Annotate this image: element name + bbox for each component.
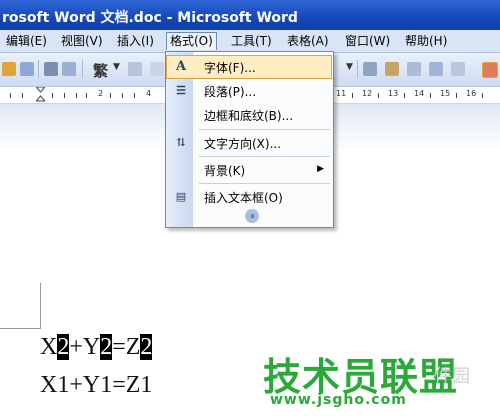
margin-corner-mark	[40, 283, 41, 329]
columns-icon[interactable]	[451, 62, 465, 76]
menu-help[interactable]: 帮助(H)	[402, 33, 450, 50]
watermark-faint-text: 件园	[434, 366, 470, 387]
ruler-number: 2	[98, 89, 104, 98]
ruler-tick	[378, 93, 379, 98]
menu-window[interactable]: 窗口(W)	[342, 33, 393, 50]
chevron-down-icon[interactable]: ▼	[113, 62, 120, 72]
menu-divider	[199, 183, 330, 184]
cut-icon[interactable]	[150, 62, 164, 76]
ruler-tick	[22, 93, 23, 98]
menu-edit[interactable]: 编辑(E)	[3, 33, 50, 50]
menu-item-background[interactable]: 背景(K) ▶	[167, 159, 332, 181]
margin-corner-mark	[0, 328, 41, 329]
menu-format[interactable]: 格式(O)	[166, 32, 217, 50]
menu-item-text-direction[interactable]: ⇅ 文字方向(X)...	[167, 132, 332, 154]
ruler-tick	[482, 93, 483, 98]
menu-bar: 编辑(E) 视图(V) 插入(I) 格式(O) 工具(T) 表格(A) 窗口(W…	[0, 30, 500, 53]
ruler-number: 4	[146, 89, 152, 98]
ruler-tick	[52, 93, 53, 98]
menu-divider	[199, 156, 330, 157]
font-icon: A	[175, 59, 187, 74]
ruler-number: 16	[466, 89, 477, 98]
ruler-tick	[64, 93, 65, 98]
drawing-icon[interactable]	[482, 62, 498, 78]
menu-item-label: 插入文本框(O)	[204, 191, 283, 205]
document-line-2[interactable]: X1+Y1=Z1	[40, 372, 152, 399]
ruler-tick	[10, 93, 11, 98]
menu-item-label: 字体(F)...	[204, 61, 256, 75]
ruler-number: 11	[336, 89, 347, 98]
spelling-icon[interactable]	[128, 62, 142, 76]
ruler-number: 12	[362, 89, 373, 98]
menu-item-label: 边框和底纹(B)...	[204, 109, 294, 123]
double-chevron-down-icon[interactable]: »	[245, 209, 259, 223]
text-run: +Y	[69, 334, 101, 360]
menu-item-label: 段落(P)...	[204, 85, 257, 99]
text-run: X	[40, 334, 58, 360]
print-icon[interactable]	[44, 62, 58, 76]
menu-insert[interactable]: 插入(I)	[114, 33, 157, 50]
open-icon[interactable]	[2, 62, 16, 76]
menu-item-font[interactable]: A 字体(F)...	[166, 55, 332, 79]
ruler-tick	[404, 93, 405, 98]
menu-item-insert-textbox[interactable]: ▤ 插入文本框(O)	[167, 186, 332, 208]
selected-subscript[interactable]: 2	[57, 334, 70, 360]
ruler-number: 13	[388, 89, 399, 98]
ruler-tick	[134, 93, 135, 98]
paragraph-icon: ☰	[176, 84, 186, 97]
ruler-tick	[110, 93, 111, 98]
toolbar-separator	[357, 60, 358, 78]
ruler-tick	[76, 93, 77, 98]
textbox-icon: ▤	[175, 190, 187, 203]
ruler-tick	[430, 93, 431, 98]
chevron-down-icon[interactable]: ▼	[346, 62, 353, 72]
insert-table-icon[interactable]	[407, 62, 421, 76]
menu-item-paragraph[interactable]: ☰ 段落(P)...	[167, 80, 332, 102]
traditional-chinese-button[interactable]: 繁	[93, 60, 108, 81]
print-preview-icon[interactable]	[62, 62, 76, 76]
toolbar-separator	[82, 60, 83, 78]
ruler-tick	[122, 93, 123, 98]
menu-divider	[199, 129, 330, 130]
menu-tools[interactable]: 工具(T)	[228, 33, 275, 50]
text-direction-icon: ⇅	[176, 136, 186, 149]
ruler-tick	[352, 93, 353, 98]
menu-view[interactable]: 视图(V)	[58, 33, 106, 50]
toolbar-separator	[38, 60, 39, 78]
title-bar: rosoft Word 文档.doc - Microsoft Word	[0, 0, 500, 30]
menu-item-borders-shading[interactable]: 边框和底纹(B)...	[167, 104, 332, 126]
submenu-arrow-icon: ▶	[317, 164, 324, 174]
indent-marker-icon[interactable]	[36, 87, 45, 102]
insert-excel-icon[interactable]	[429, 62, 443, 76]
tables-borders-icon[interactable]	[385, 62, 399, 76]
watermark-url: www.jsgho.com	[270, 392, 407, 408]
window-title: rosoft Word 文档.doc - Microsoft Word	[2, 10, 298, 26]
ruler-tick	[86, 93, 87, 98]
ruler-tick	[456, 93, 457, 98]
menu-item-label: 背景(K)	[204, 164, 246, 178]
menu-item-label: 文字方向(X)...	[204, 137, 282, 151]
hyperlink-icon[interactable]	[363, 62, 377, 76]
permission-icon[interactable]	[20, 62, 34, 76]
selected-subscript[interactable]: 2	[140, 334, 153, 360]
ruler-number: 15	[440, 89, 451, 98]
ruler-number: 14	[414, 89, 425, 98]
document-line-1[interactable]: X2+Y2=Z2	[40, 334, 153, 361]
text-run: =Z	[112, 334, 141, 360]
format-menu-dropdown: A 字体(F)... ☰ 段落(P)... 边框和底纹(B)... ⇅ 文字方向…	[165, 51, 334, 228]
selected-subscript[interactable]: 2	[100, 334, 113, 360]
menu-table[interactable]: 表格(A)	[284, 33, 332, 50]
